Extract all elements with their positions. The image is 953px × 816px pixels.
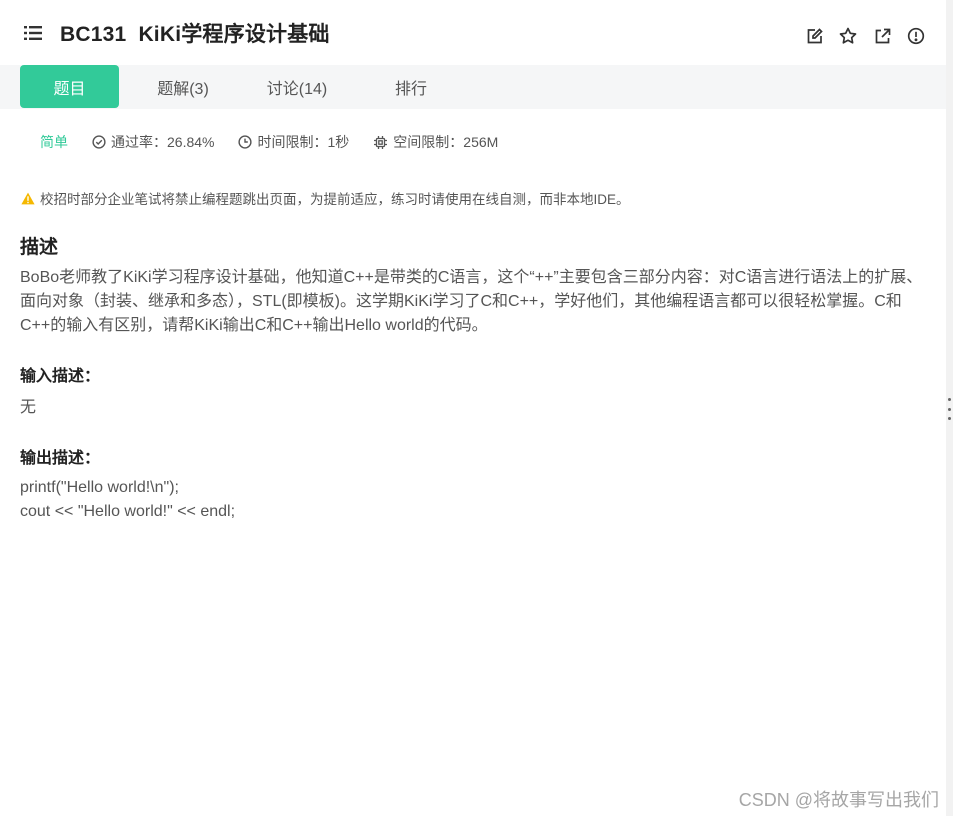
header-actions [804,26,926,46]
warning-icon [21,192,35,204]
notice-text: 校招时部分企业笔试将禁止编程题跳出页面，为提前适应，练习时请使用在线自测，而非本… [40,192,630,207]
time-limit-text: 时间限制：1秒 [257,134,350,150]
problem-meta: 简单 通过率：26.84% 时间限制：1秒 空间限制：256M [40,133,522,151]
output-line-1: printf("Hello world!\n"); [20,479,179,496]
tab-bar: 题目 题解(3) 讨论(14) 排行 [0,65,946,109]
list-icon[interactable] [22,22,44,44]
input-description-text: 无 [20,399,37,416]
description-title: 描述 [20,237,59,258]
pass-rate-text: 通过率：26.84% [111,134,215,150]
time-limit: 时间限制：1秒 [238,132,349,152]
page-title: BC131 KiKi学程序设计基础 [60,22,330,46]
exam-notice: 校招时部分企业笔试将禁止编程题跳出页面，为提前适应，练习时请使用在线自测，而非本… [21,188,630,208]
memory-limit: 空间限制：256M [373,132,498,152]
check-circle-icon [92,135,106,149]
chip-icon [374,135,388,149]
problem-header: BC131 KiKi学程序设计基础 [0,0,946,65]
tab-discussion[interactable]: 讨论(14) [246,65,348,108]
output-description-title: 输出描述： [20,450,101,467]
pass-rate: 通过率：26.84% [92,132,214,152]
difficulty-badge: 简单 [40,134,68,150]
tab-problem[interactable]: 题目 [20,65,119,108]
resize-handle[interactable] [948,398,952,420]
tab-solutions[interactable]: 题解(3) [132,65,234,108]
edit-icon[interactable] [804,26,824,46]
tab-ranking[interactable]: 排行 [360,65,462,108]
report-icon[interactable] [906,26,926,46]
description-text: BoBo老师教了KiKi学习程序设计基础，他知道C++是带类的C语言，这个“++… [20,269,923,334]
memory-limit-text: 空间限制：256M [393,134,499,150]
external-link-icon[interactable] [872,26,892,46]
watermark: CSDN @将故事写出我们 [738,790,939,810]
output-line-2: cout << "Hello world!" << endl; [20,503,236,520]
clock-icon [238,135,253,149]
input-description-title: 输入描述： [20,368,101,385]
star-icon[interactable] [838,26,858,46]
